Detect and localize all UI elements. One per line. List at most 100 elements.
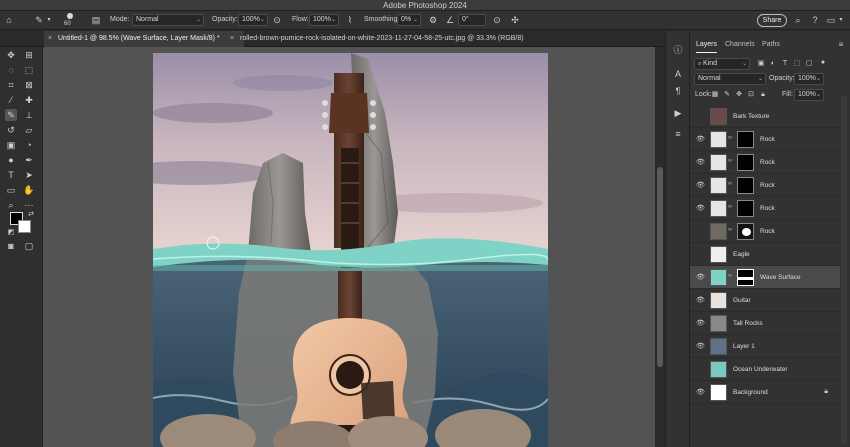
adjustments-icon[interactable]: ≡ xyxy=(673,129,683,139)
stamp-tool-icon[interactable]: ⊥ xyxy=(23,109,35,121)
eyedropper-icon[interactable]: ⁄ xyxy=(5,94,17,106)
close-icon[interactable]: × xyxy=(48,31,52,47)
layer-row[interactable]: Ocean Underwater xyxy=(690,358,840,381)
chevron-down-icon[interactable]: ▾ xyxy=(46,15,52,25)
document-tab-inactive[interactable]: × rolled-brown-pumice-rock-isolated-on-w… xyxy=(226,31,646,47)
chevron-down-icon[interactable]: ▾ xyxy=(838,15,844,25)
airbrush-icon[interactable]: ⌇ xyxy=(345,15,355,25)
zoom-tool-icon[interactable]: ⌕ xyxy=(5,199,17,211)
link-icon[interactable]: ∞ xyxy=(728,158,732,164)
tab-layers[interactable]: Layers xyxy=(696,38,718,53)
hand-tool-icon[interactable]: ✋ xyxy=(23,184,35,196)
lock-position-icon[interactable]: ✥ xyxy=(734,90,744,100)
link-icon[interactable]: ∞ xyxy=(728,227,732,233)
canvas-area[interactable] xyxy=(43,47,655,447)
search-icon[interactable]: ⌕ xyxy=(793,15,803,25)
brush-angle-field[interactable]: 0° xyxy=(458,14,486,26)
layer-mask-thumbnail[interactable] xyxy=(737,131,754,148)
layer-mask-thumbnail[interactable] xyxy=(737,154,754,171)
healing-brush-icon[interactable]: ✚ xyxy=(23,94,35,106)
quick-mask-icon[interactable]: ◙ xyxy=(5,240,17,252)
info-icon[interactable]: ⓘ xyxy=(673,45,683,55)
layer-row[interactable]: Eagle xyxy=(690,243,840,266)
mode-dropdown[interactable]: Normal ⌄ xyxy=(132,14,204,26)
character-icon[interactable]: A xyxy=(673,69,683,79)
layer-row[interactable]: 👁︎ ∞ Rock xyxy=(690,197,840,220)
opacity-field[interactable]: 100% ⌄ xyxy=(238,14,268,26)
lock-artboard-icon[interactable]: ⊡ xyxy=(746,90,756,100)
workspace-icon[interactable]: ▭ xyxy=(826,15,836,25)
artboard-tool-icon[interactable]: ⊞ xyxy=(23,49,35,61)
filter-toggle-icon[interactable]: ● xyxy=(818,58,828,68)
fill-field[interactable]: 100% ⌄ xyxy=(794,89,824,101)
eye-icon[interactable]: 👁︎ xyxy=(696,273,705,281)
eye-icon[interactable]: 👁︎ xyxy=(696,181,705,189)
path-selection-icon[interactable]: ➤ xyxy=(23,169,35,181)
pressure-size-icon[interactable]: ⊙ xyxy=(492,15,502,25)
close-icon[interactable]: × xyxy=(230,31,234,47)
eye-icon[interactable]: 👁︎ xyxy=(696,388,705,396)
layer-row[interactable]: Bark Texture xyxy=(690,105,840,128)
help-icon[interactable]: ? xyxy=(810,15,820,25)
filter-type-icon[interactable]: T xyxy=(780,59,790,69)
link-icon[interactable]: ∞ xyxy=(728,135,732,141)
scrollbar-thumb[interactable] xyxy=(657,167,663,367)
tab-channels[interactable]: Channels xyxy=(725,38,755,52)
history-brush-icon[interactable]: ↺ xyxy=(5,124,17,136)
smoothing-options-icon[interactable]: ⚙ xyxy=(428,15,438,25)
eye-icon[interactable]: 👁︎ xyxy=(696,135,705,143)
layer-mask-thumbnail[interactable] xyxy=(737,177,754,194)
blur-icon[interactable]: ◔ xyxy=(23,139,35,151)
frame-tool-icon[interactable]: ⊠ xyxy=(23,79,35,91)
lock-icon[interactable]: 🔒︎ xyxy=(824,388,828,396)
link-icon[interactable]: ∞ xyxy=(728,273,732,279)
layer-mask-thumbnail[interactable] xyxy=(737,200,754,217)
eraser-icon[interactable]: ▱ xyxy=(23,124,35,136)
document-tab-active[interactable]: × Untitled-1 @ 98.5% (Wave Surface, Laye… xyxy=(44,31,244,47)
gradient-icon[interactable]: ▣ xyxy=(5,139,17,151)
screen-mode-icon[interactable]: ▢ xyxy=(23,240,35,252)
eye-icon[interactable]: 👁︎ xyxy=(696,319,705,327)
type-tool-icon[interactable]: T xyxy=(5,169,17,181)
play-actions-icon[interactable]: ▶ xyxy=(673,108,683,118)
layer-row[interactable]: 👁︎ ∞ Rock xyxy=(690,151,840,174)
vertical-scrollbar[interactable] xyxy=(655,47,665,447)
share-button[interactable]: Share xyxy=(757,14,787,27)
layers-scrollbar[interactable] xyxy=(841,95,847,445)
layer-row[interactable]: 👁︎ Guitar xyxy=(690,289,840,312)
pen-tool-icon[interactable]: ✒ xyxy=(23,154,35,166)
eye-icon[interactable]: 👁︎ xyxy=(696,342,705,350)
layer-row[interactable]: 👁︎ Background 🔒︎ xyxy=(690,381,840,404)
default-colors-icon[interactable]: ◩ xyxy=(5,227,17,239)
object-selection-icon[interactable]: ⬚ xyxy=(23,64,35,76)
filter-kind-dropdown[interactable]: ⌕ Kind ⌄ xyxy=(694,58,750,70)
eye-icon[interactable]: 👁︎ xyxy=(696,204,705,212)
brush-preset-picker[interactable]: 60 xyxy=(62,12,78,29)
layer-mask-thumbnail[interactable] xyxy=(737,269,754,286)
filter-adjustment-icon[interactable]: ◐ xyxy=(768,59,778,69)
layer-row[interactable]: 👁︎ Tall Rocks xyxy=(690,312,840,335)
eye-icon[interactable]: 👁︎ xyxy=(696,296,705,304)
layer-mask-thumbnail[interactable] xyxy=(737,223,754,240)
layer-row[interactable]: ∞ Rock xyxy=(690,220,840,243)
brush-settings-icon[interactable]: ▤ xyxy=(91,15,101,25)
smoothing-field[interactable]: 0% ⌄ xyxy=(397,14,421,26)
dodge-icon[interactable]: ● xyxy=(5,154,17,166)
paragraph-icon[interactable]: ¶ xyxy=(673,86,683,96)
brush-tool-icon[interactable]: ✎ xyxy=(34,15,44,25)
panel-menu-icon[interactable]: ≡ xyxy=(836,40,846,50)
rectangle-tool-icon[interactable]: ▭ xyxy=(5,184,17,196)
move-tool-icon[interactable]: ✥ xyxy=(5,49,17,61)
link-icon[interactable]: ∞ xyxy=(728,181,732,187)
filter-pixel-icon[interactable]: ▣ xyxy=(756,59,766,69)
crop-tool-icon[interactable]: ⌗ xyxy=(5,79,17,91)
link-icon[interactable]: ∞ xyxy=(728,204,732,210)
layer-opacity-field[interactable]: 100% ⌄ xyxy=(794,73,824,85)
filter-smart-icon[interactable]: ▢ xyxy=(804,59,814,69)
blend-mode-dropdown[interactable]: Normal ⌄ xyxy=(694,73,766,85)
swap-colors-icon[interactable]: ⇄ xyxy=(25,209,37,221)
brush-tool-icon[interactable]: ✎ xyxy=(5,109,17,121)
lock-all-icon[interactable]: 🔒︎ xyxy=(758,90,768,100)
layer-row[interactable]: 👁︎ ∞ Rock xyxy=(690,174,840,197)
tab-paths[interactable]: Paths xyxy=(762,38,780,52)
